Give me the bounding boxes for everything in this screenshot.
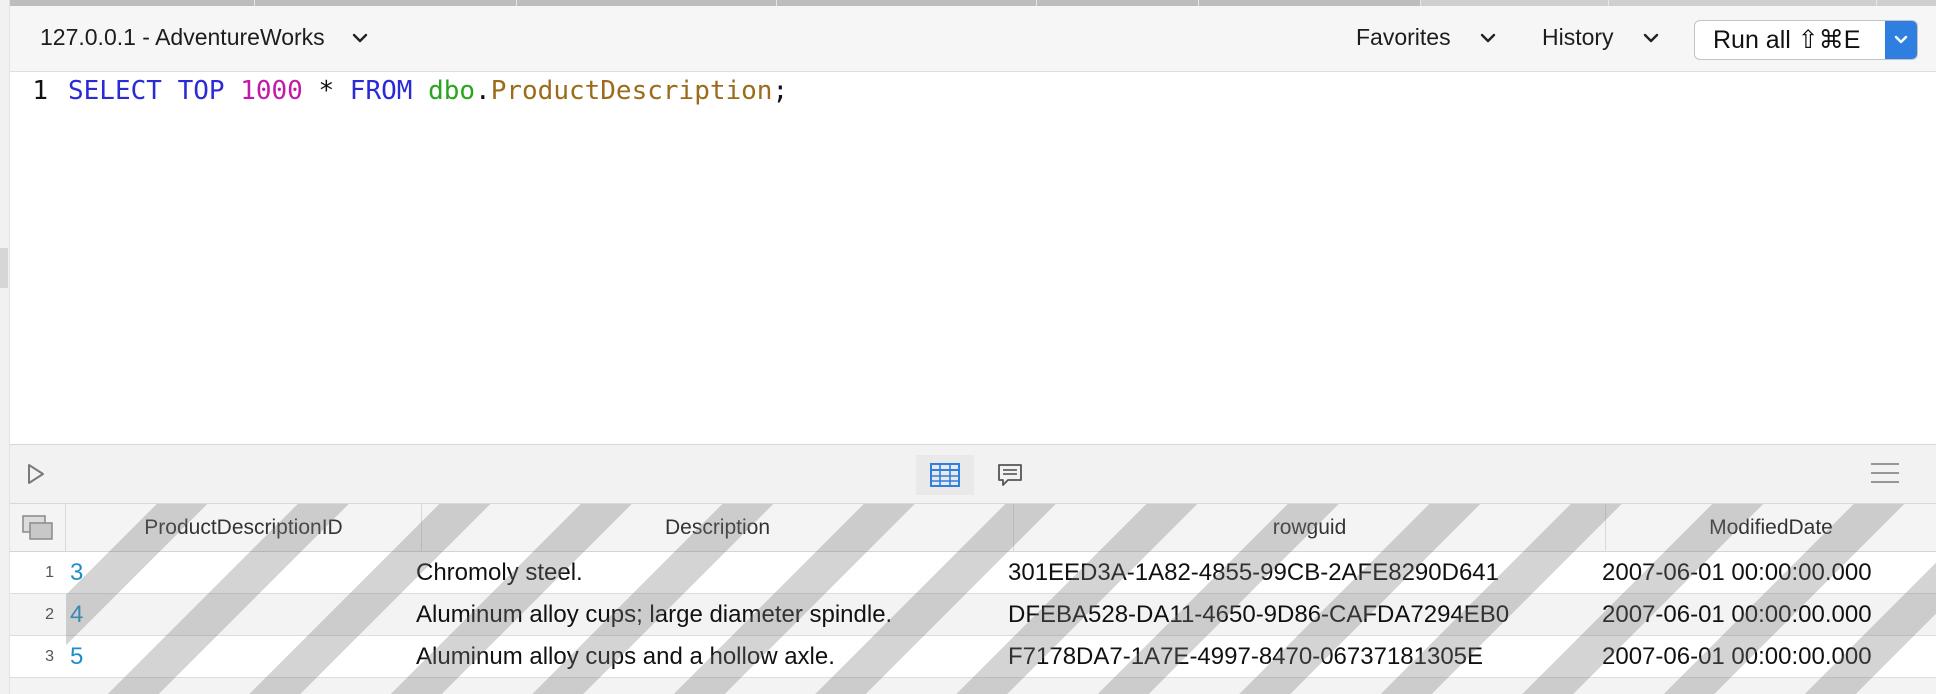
row-number: 1	[45, 564, 54, 581]
cell-modified-date[interactable]: 2007-06-01 00:00:00.000	[1602, 636, 1936, 678]
left-edge-strip	[0, 0, 10, 694]
messages-icon	[998, 464, 1022, 486]
sql-editor[interactable]: 1 SELECT TOP 1000 * FROM dbo.ProductDesc…	[10, 72, 1936, 444]
results-toolbar	[10, 444, 1936, 504]
code-line[interactable]: 1 SELECT TOP 1000 * FROM dbo.ProductDesc…	[10, 74, 788, 108]
cell-description[interactable]: Aluminum alloy cups and a hollow axle.	[416, 636, 1008, 678]
chevron-down-icon	[352, 33, 367, 42]
query-toolbar: 127.0.0.1 - AdventureWorks Favorites His…	[10, 0, 1936, 72]
column-header-rowguid[interactable]: rowguid	[1014, 504, 1606, 552]
keyword-top: TOP	[177, 76, 225, 106]
cell-rowguid[interactable]: 301EED3A-1A82-4855-99CB-2AFE8290D641	[1008, 552, 1600, 594]
keyword-select: SELECT	[68, 76, 162, 106]
cell-rowguid[interactable]: DFEBA528-DA11-4650-9D86-CAFDA7294EB0	[1008, 594, 1600, 636]
copy-rows-icon	[21, 515, 53, 540]
favorites-label: Favorites	[1356, 24, 1451, 50]
messages-view-button[interactable]	[986, 455, 1034, 495]
splitter-handle[interactable]	[0, 248, 8, 288]
grid-view-button[interactable]	[916, 455, 974, 495]
play-icon[interactable]	[26, 463, 46, 485]
column-header-modified-date[interactable]: ModifiedDate	[1606, 504, 1936, 552]
star-operator: *	[318, 76, 335, 106]
table-row[interactable]: 3 5 Aluminum alloy cups and a hollow axl…	[10, 636, 1936, 678]
history-label: History	[1542, 24, 1614, 50]
line-number: 1	[32, 76, 48, 106]
schema-name: dbo	[428, 76, 476, 106]
cell-id[interactable]: 4	[70, 594, 420, 636]
number-literal: 1000	[240, 76, 303, 106]
table-row-partial[interactable]	[10, 678, 1936, 694]
row-number: 2	[45, 606, 54, 623]
run-all-label: Run all ⇧⌘E	[1713, 26, 1861, 54]
hamburger-menu-icon[interactable]	[1870, 461, 1900, 485]
cell-description[interactable]: Chromoly steel.	[416, 552, 1008, 594]
table-row[interactable]: 1 3 Chromoly steel. 301EED3A-1A82-4855-9…	[10, 552, 1936, 594]
cell-rowguid[interactable]: F7178DA7-1A7E-4997-8470-06737181305E	[1008, 636, 1600, 678]
chevron-down-icon	[1643, 33, 1658, 42]
run-options-dropdown[interactable]	[1885, 21, 1917, 59]
tab-strip[interactable]	[10, 0, 1936, 6]
connection-selector[interactable]: 127.0.0.1 - AdventureWorks	[40, 24, 371, 51]
cell-modified-date[interactable]: 2007-06-01 00:00:00.000	[1602, 594, 1936, 636]
favorites-dropdown[interactable]: Favorites	[1356, 24, 1499, 51]
grid-view-icon	[930, 463, 960, 487]
grid-header: ProductDescriptionID Description rowguid…	[10, 504, 1936, 552]
code-text[interactable]: SELECT TOP 1000 * FROM dbo.ProductDescri…	[68, 76, 788, 106]
chevron-down-icon	[1894, 35, 1908, 44]
cell-id[interactable]: 5	[70, 636, 420, 678]
semicolon: ;	[772, 76, 789, 106]
table-name: ProductDescription	[490, 76, 773, 106]
table-row[interactable]: 2 4 Aluminum alloy cups; large diameter …	[10, 594, 1936, 636]
select-all-corner[interactable]	[10, 504, 66, 552]
results-grid[interactable]: ProductDescriptionID Description rowguid…	[10, 504, 1936, 694]
column-header-description[interactable]: Description	[422, 504, 1014, 552]
history-dropdown[interactable]: History	[1542, 24, 1662, 51]
keyword-from: FROM	[349, 76, 413, 106]
cell-modified-date[interactable]: 2007-06-01 00:00:00.000	[1602, 552, 1936, 594]
cell-id[interactable]: 3	[70, 552, 420, 594]
cell-description[interactable]: Aluminum alloy cups; large diameter spin…	[416, 594, 1008, 636]
run-all-button[interactable]: Run all ⇧⌘E	[1694, 20, 1918, 60]
connection-label: 127.0.0.1 - AdventureWorks	[40, 24, 325, 50]
dot-separator: .	[475, 76, 491, 106]
column-header-id[interactable]: ProductDescriptionID	[66, 504, 422, 552]
row-number: 3	[45, 648, 54, 665]
chevron-down-icon	[1480, 33, 1495, 42]
